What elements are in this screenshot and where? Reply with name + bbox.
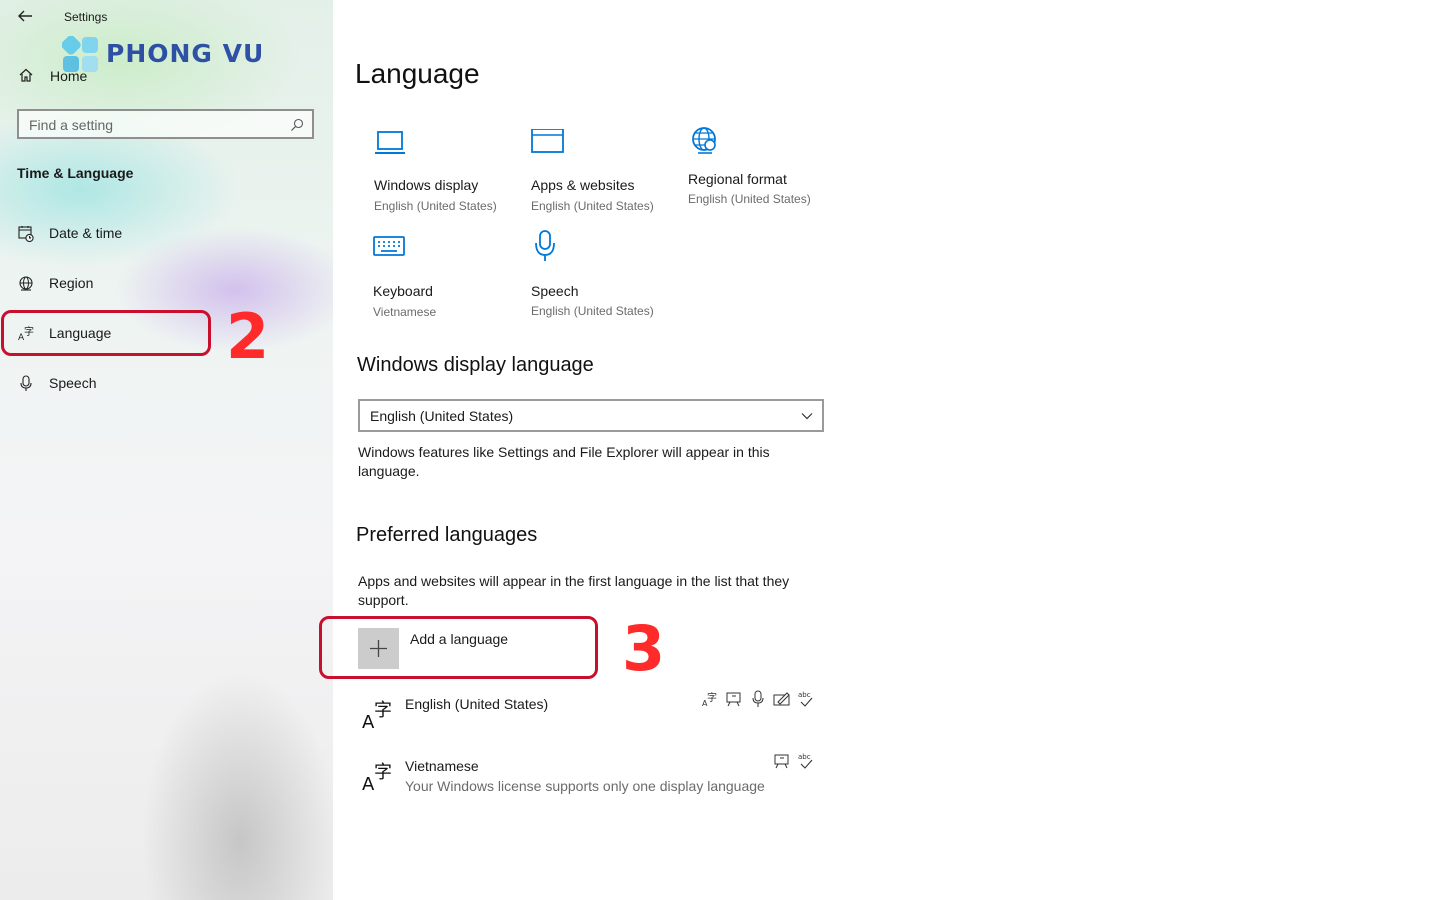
preferred-languages-description: Apps and websites will appear in the fir… (358, 573, 790, 608)
globe-icon (19, 276, 33, 291)
dropdown-value: English (United States) (370, 408, 514, 424)
display-language-heading: Windows display language (357, 354, 594, 376)
sidebar-item-date-time[interactable]: Date & time (0, 216, 333, 252)
language-glyph-icon: A 字 (362, 762, 392, 792)
svg-text:字: 字 (374, 700, 392, 721)
tile-label: Keyboard (373, 283, 433, 299)
tile-sub: English (United States) (374, 199, 497, 213)
home-label: Home (50, 68, 88, 84)
tile-label: Windows display (374, 177, 479, 193)
section-title: Time & Language (17, 165, 134, 181)
preferred-languages-heading: Preferred languages (356, 524, 538, 546)
sidebar-item-region[interactable]: Region (0, 266, 333, 302)
display-language-description: Windows features like Settings and File … (358, 444, 770, 479)
back-arrow-icon (18, 10, 32, 22)
tile-label: Regional format (688, 171, 787, 187)
tile-sub: Vietnamese (373, 305, 437, 319)
display-language-dropdown[interactable]: English (United States) (358, 399, 824, 432)
spellcheck-icon: abc (798, 753, 813, 769)
chevron-down-icon (801, 413, 813, 420)
text-to-speech-icon (726, 692, 741, 707)
language-note: Your Windows license supports only one d… (405, 778, 765, 794)
calendar-clock-icon (18, 226, 34, 243)
tile-label: Speech (531, 283, 579, 299)
spellcheck-icon: abc (798, 691, 813, 707)
tile-windows-display[interactable]: Windows display English (United States) (374, 129, 524, 224)
language-item-vietnamese[interactable]: A 字 Vietnamese Your Windows license supp… (358, 752, 824, 804)
annotation-step-3: 3 (622, 612, 666, 685)
globe-settings-icon (692, 127, 716, 154)
tile-apps-websites[interactable]: Apps & websites English (United States) (531, 129, 681, 224)
tile-regional-format[interactable]: Regional format English (United States) (688, 123, 838, 218)
microphone-icon (535, 230, 555, 261)
laptop-icon (375, 131, 405, 154)
tile-keyboard[interactable]: Keyboard Vietnamese (373, 235, 523, 330)
handwriting-icon (773, 692, 790, 706)
language-item-english[interactable]: A 字 English (United States) A 字 abc (358, 690, 824, 742)
language-features: abc (773, 752, 824, 772)
search-input[interactable] (29, 116, 279, 134)
home-icon (19, 68, 33, 82)
search-icon[interactable] (290, 118, 304, 132)
speech-icon (752, 690, 764, 707)
tile-sub: English (United States) (531, 304, 654, 318)
svg-text:abc: abc (798, 691, 811, 699)
tile-sub: English (United States) (531, 199, 654, 213)
page-title: Language (355, 58, 480, 89)
sidebar: Settings PHONG VU Home Time & Language (0, 0, 333, 900)
annotation-box-add-language (319, 616, 598, 679)
back-button[interactable] (16, 8, 34, 24)
language-features: A 字 abc (702, 690, 824, 710)
language-glyph-icon: A 字 (362, 700, 392, 730)
svg-text:字: 字 (374, 762, 392, 783)
sidebar-item-label: Speech (49, 375, 97, 391)
sidebar-item-label: Region (49, 275, 94, 291)
window-icon (531, 129, 564, 153)
annotation-box-language (1, 310, 211, 356)
svg-text:abc: abc (798, 753, 811, 761)
window-title: Settings (64, 10, 108, 24)
sidebar-item-home[interactable]: Home (0, 62, 333, 90)
annotation-step-2: 2 (226, 300, 270, 373)
language-name: Vietnamese (405, 758, 479, 774)
search-box[interactable] (17, 109, 314, 139)
language-name: English (United States) (405, 696, 549, 712)
tile-label: Apps & websites (531, 177, 635, 193)
microphone-icon (20, 375, 32, 391)
svg-text:字: 字 (707, 691, 717, 704)
sidebar-item-label: Date & time (49, 225, 123, 241)
text-to-speech-icon (774, 754, 789, 769)
sidebar-item-speech[interactable]: Speech (0, 366, 333, 402)
keyboard-icon (373, 236, 405, 256)
tile-speech[interactable]: Speech English (United States) (531, 229, 681, 324)
display-language-icon: A 字 (702, 691, 717, 708)
tile-sub: English (United States) (688, 192, 811, 206)
